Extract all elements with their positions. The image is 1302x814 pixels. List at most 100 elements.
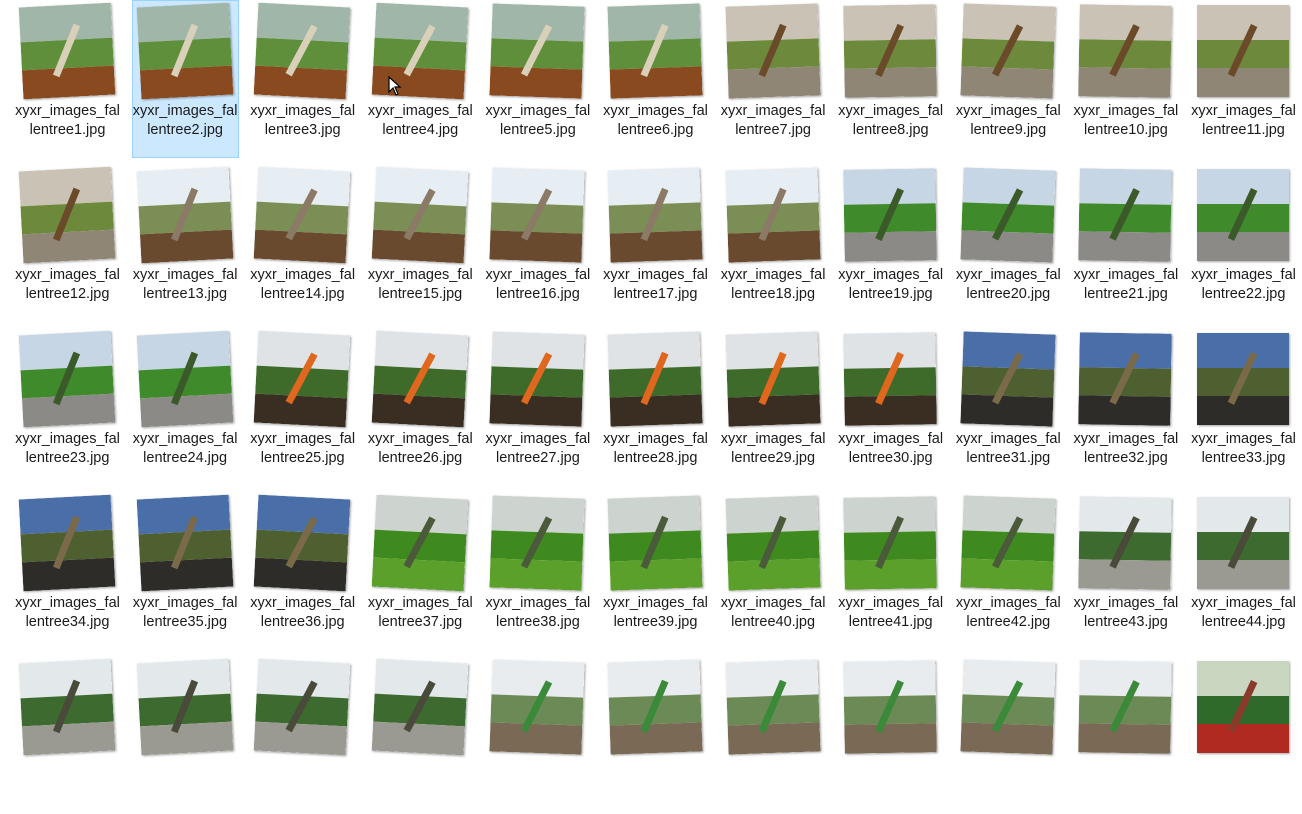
file-name-label: xyxr_images_fallentree7.jpg	[720, 103, 826, 138]
thumbnail-frame	[725, 495, 821, 591]
file-name-label: xyxr_images_fallentree41.jpg	[838, 595, 944, 630]
file-item[interactable]: xyxr_images_fallentree7.jpg	[720, 0, 827, 158]
file-item[interactable]: xyxr_images_fallentree12.jpg	[14, 164, 121, 322]
file-item[interactable]: xyxr_images_fallentree44.jpg	[1190, 492, 1297, 650]
thumbnail-frame	[18, 494, 116, 592]
file-item[interactable]: xyxr_images_fallentree36.jpg	[249, 492, 356, 650]
file-grid: xyxr_images_fallentree1.jpg xyxr_images_f…	[14, 0, 1302, 756]
image-thumbnail	[18, 658, 116, 756]
thumbnail-frame	[1078, 660, 1173, 754]
file-item[interactable]: xyxr_images_fallentree8.jpg	[837, 0, 944, 158]
file-item[interactable]	[837, 656, 944, 814]
thumbnail-frame	[607, 3, 703, 99]
file-name-label: xyxr_images_fallentree17.jpg	[603, 267, 708, 302]
file-item[interactable]: xyxr_images_fallentree41.jpg	[837, 492, 944, 650]
file-item[interactable]	[249, 656, 356, 814]
thumbnail-frame	[371, 330, 469, 428]
file-item[interactable]: xyxr_images_fallentree34.jpg	[14, 492, 121, 650]
file-name-label: xyxr_images_fallentree14.jpg	[250, 267, 356, 302]
file-item[interactable]: xyxr_images_fallentree29.jpg	[720, 328, 827, 486]
file-name-label: xyxr_images_fallentree16.jpg	[485, 267, 591, 302]
file-item[interactable]: xyxr_images_fallentree6.jpg	[602, 0, 709, 158]
file-item[interactable]: xyxr_images_fallentree9.jpg	[955, 0, 1062, 158]
file-name-label: xyxr_images_fallentree19.jpg	[838, 267, 944, 302]
thumbnail-frame	[1196, 168, 1290, 262]
image-thumbnail	[725, 331, 821, 427]
image-thumbnail	[253, 330, 351, 428]
file-item[interactable]: xyxr_images_fallentree11.jpg	[1190, 0, 1297, 158]
file-item[interactable]: xyxr_images_fallentree22.jpg	[1190, 164, 1297, 322]
image-thumbnail	[489, 167, 585, 263]
file-item[interactable]: xyxr_images_fallentree20.jpg	[955, 164, 1062, 322]
file-item[interactable]: xyxr_images_fallentree24.jpg	[132, 328, 239, 486]
file-item[interactable]	[720, 656, 827, 814]
file-item[interactable]: xyxr_images_fallentree15.jpg	[367, 164, 474, 322]
file-item[interactable]: xyxr_images_fallentree14.jpg	[249, 164, 356, 322]
file-item[interactable]: xyxr_images_fallentree1.jpg	[14, 0, 121, 158]
file-name-label: xyxr_images_fallentree40.jpg	[720, 595, 826, 630]
file-item[interactable]: xyxr_images_fallentree3.jpg	[249, 0, 356, 158]
file-item[interactable]: xyxr_images_fallentree2.jpg	[131, 0, 239, 158]
file-item[interactable]: xyxr_images_fallentree38.jpg	[484, 492, 591, 650]
file-name-label: xyxr_images_fallentree9.jpg	[955, 103, 1061, 138]
file-item[interactable]: xyxr_images_fallentree31.jpg	[955, 328, 1062, 486]
file-item[interactable]: xyxr_images_fallentree30.jpg	[837, 328, 944, 486]
image-thumbnail	[1078, 332, 1173, 426]
image-thumbnail	[136, 494, 233, 592]
image-thumbnail	[18, 166, 116, 264]
image-thumbnail	[1078, 660, 1173, 754]
thumbnail-frame	[960, 659, 1056, 755]
thumbnail-frame	[371, 494, 469, 592]
image-thumbnail	[489, 3, 585, 99]
file-item[interactable]	[367, 656, 474, 814]
file-item[interactable]	[602, 656, 709, 814]
file-item[interactable]: xyxr_images_fallentree13.jpg	[132, 164, 239, 322]
file-item[interactable]	[955, 656, 1062, 814]
file-item[interactable]	[1190, 656, 1297, 814]
file-item[interactable]: xyxr_images_fallentree5.jpg	[484, 0, 591, 158]
file-item[interactable]: xyxr_images_fallentree21.jpg	[1072, 164, 1179, 322]
file-name-label: xyxr_images_fallentree39.jpg	[603, 595, 708, 630]
thumbnail-frame	[136, 330, 233, 428]
file-item[interactable]: xyxr_images_fallentree43.jpg	[1072, 492, 1179, 650]
file-item[interactable]: xyxr_images_fallentree26.jpg	[367, 328, 474, 486]
file-item[interactable]: xyxr_images_fallentree28.jpg	[602, 328, 709, 486]
image-thumbnail	[18, 494, 116, 592]
file-item[interactable]: xyxr_images_fallentree40.jpg	[720, 492, 827, 650]
thumbnail-frame	[1078, 4, 1173, 98]
file-item[interactable]	[14, 656, 121, 814]
file-item[interactable]: xyxr_images_fallentree4.jpg	[367, 0, 474, 158]
file-item[interactable]: xyxr_images_fallentree37.jpg	[367, 492, 474, 650]
file-item[interactable]: xyxr_images_fallentree17.jpg	[602, 164, 709, 322]
file-item[interactable]: xyxr_images_fallentree16.jpg	[484, 164, 591, 322]
thumbnail-frame	[607, 659, 703, 755]
file-item[interactable]: xyxr_images_fallentree18.jpg	[720, 164, 827, 322]
thumbnail-frame	[136, 166, 233, 264]
thumbnail-frame	[843, 4, 937, 98]
thumbnail-frame	[371, 658, 469, 756]
file-item[interactable]: xyxr_images_fallentree39.jpg	[602, 492, 709, 650]
file-item[interactable]: xyxr_images_fallentree19.jpg	[837, 164, 944, 322]
file-item[interactable]	[484, 656, 591, 814]
file-item[interactable]: xyxr_images_fallentree35.jpg	[132, 492, 239, 650]
file-item[interactable]: xyxr_images_fallentree42.jpg	[955, 492, 1062, 650]
image-thumbnail	[843, 4, 937, 98]
file-item[interactable]: xyxr_images_fallentree10.jpg	[1072, 0, 1179, 158]
thumbnail-frame	[253, 658, 351, 756]
image-thumbnail	[1197, 661, 1289, 753]
file-item[interactable]: xyxr_images_fallentree25.jpg	[249, 328, 356, 486]
file-item[interactable]: xyxr_images_fallentree32.jpg	[1072, 328, 1179, 486]
thumbnail-frame	[960, 3, 1056, 99]
thumbnail-frame	[607, 167, 703, 263]
file-item[interactable]: xyxr_images_fallentree33.jpg	[1190, 328, 1297, 486]
image-thumbnail	[960, 331, 1056, 427]
file-item[interactable]: xyxr_images_fallentree27.jpg	[484, 328, 591, 486]
file-name-label: xyxr_images_fallentree33.jpg	[1191, 431, 1296, 466]
file-item[interactable]: xyxr_images_fallentree23.jpg	[14, 328, 121, 486]
image-thumbnail	[607, 495, 703, 591]
file-name-label: xyxr_images_fallentree25.jpg	[250, 431, 356, 466]
image-thumbnail	[1078, 168, 1173, 262]
file-item[interactable]	[132, 656, 239, 814]
file-item[interactable]	[1072, 656, 1179, 814]
image-thumbnail	[253, 2, 351, 100]
